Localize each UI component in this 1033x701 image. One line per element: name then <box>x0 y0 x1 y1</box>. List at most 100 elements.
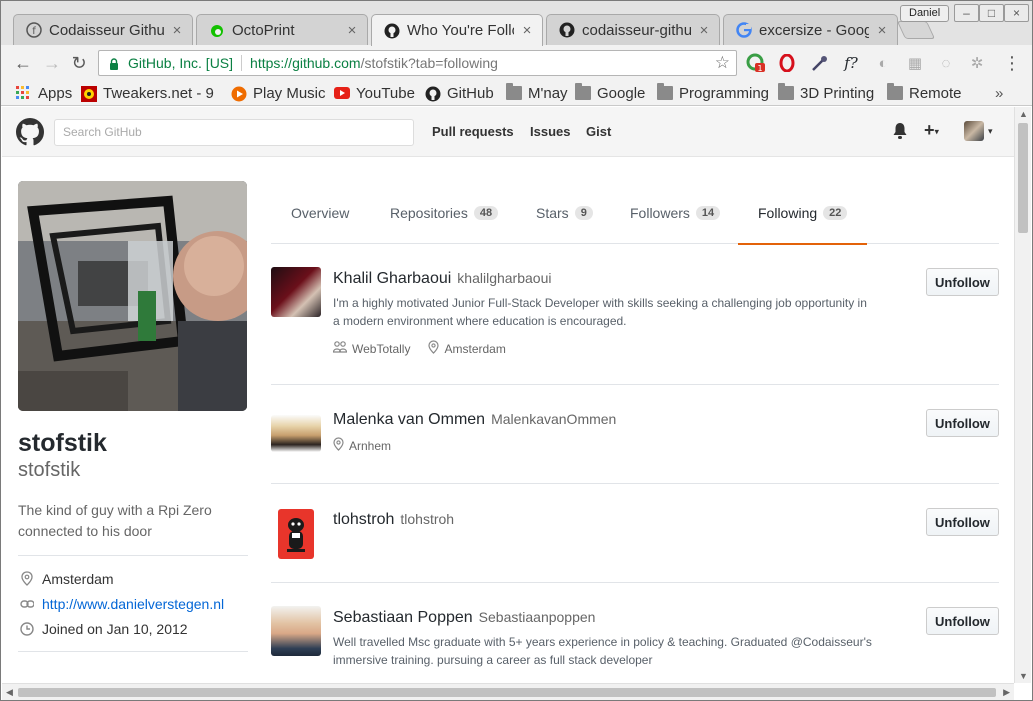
scroll-right-arrow-icon[interactable]: ▶ <box>1003 687 1010 698</box>
font-extension-icon[interactable]: f? <box>841 53 861 73</box>
bookmark-play-music[interactable]: Play Music <box>231 83 326 103</box>
google-favicon-icon <box>736 22 752 38</box>
folder-icon <box>575 83 591 100</box>
browser-tab-following[interactable]: Who You're Follo × <box>371 14 543 46</box>
bookmark-folder-remote[interactable]: Remote <box>887 83 962 103</box>
bookmark-star-icon[interactable]: ☆ <box>715 53 730 73</box>
unfollow-button[interactable]: Unfollow <box>926 607 999 635</box>
forward-icon[interactable]: → <box>42 53 62 73</box>
user-fullname[interactable]: Malenka van Ommen <box>333 411 485 428</box>
bookmark-folder-mnay[interactable]: M'nay <box>506 83 568 103</box>
github-logo-icon[interactable] <box>16 118 44 146</box>
user-meta: Arnhem <box>333 437 873 454</box>
avatar[interactable] <box>271 606 321 656</box>
user-login[interactable]: khalilgharbaoui <box>457 270 551 286</box>
scroll-down-arrow-icon[interactable]: ▼ <box>1019 671 1028 681</box>
profile-avatar[interactable] <box>18 181 247 411</box>
following-list-item: Khalil Gharbaoui khalilgharbaoui I'm a hi… <box>271 244 999 385</box>
bookmark-youtube[interactable]: YouTube <box>334 83 415 103</box>
back-icon[interactable]: ← <box>13 53 33 73</box>
horizontal-scroll-thumb[interactable] <box>18 688 996 697</box>
close-window-button[interactable]: × <box>1004 4 1029 22</box>
nav-pull-requests[interactable]: Pull requests <box>432 124 514 139</box>
tab-repositories[interactable]: Repositories 48 <box>390 181 499 244</box>
tab-stars[interactable]: Stars 9 <box>536 181 593 244</box>
profile-username: stofstik <box>18 459 81 481</box>
tab-close-icon[interactable]: × <box>170 22 184 39</box>
location-text: Arnhem <box>349 438 392 453</box>
avatar[interactable] <box>271 267 321 317</box>
user-fullname[interactable]: Khalil Gharbaoui <box>333 270 451 287</box>
ev-certificate-label[interactable]: GitHub, Inc. [US] <box>128 55 233 71</box>
minimize-button[interactable]: – <box>954 4 979 22</box>
youtube-icon <box>334 86 350 100</box>
tab-close-icon[interactable]: × <box>520 22 534 39</box>
maximize-button[interactable]: □ <box>979 4 1004 22</box>
unfollow-button[interactable]: Unfollow <box>926 508 999 536</box>
browser-tab-codaisseur-github[interactable]: codaisseur-githu × <box>546 14 720 45</box>
unfollow-button[interactable]: Unfollow <box>926 268 999 296</box>
profile-button[interactable]: Daniel <box>900 5 950 22</box>
company-text: WebTotally <box>352 341 411 356</box>
github-search-input[interactable]: Search GitHub <box>54 119 414 146</box>
notifications-bell-icon[interactable] <box>892 122 908 143</box>
bookmark-label: Google <box>597 84 646 102</box>
user-location: Arnhem <box>333 437 391 454</box>
reload-icon[interactable]: ↻ <box>69 53 89 73</box>
tab-close-icon[interactable]: × <box>875 22 889 39</box>
location-text: Amsterdam <box>42 570 114 587</box>
user-fullname[interactable]: Sebastiaan Poppen <box>333 609 473 626</box>
following-list-item: Malenka van Ommen MalenkavanOmmen Arnhem … <box>271 385 999 484</box>
website-link[interactable]: http://www.danielverstegen.nl <box>42 596 224 612</box>
tab-close-icon[interactable]: × <box>697 22 711 39</box>
opera-extension-icon[interactable] <box>777 53 797 73</box>
bookmark-github[interactable]: GitHub <box>425 83 494 103</box>
link-icon <box>20 597 34 611</box>
user-bio: Well travelled Msc graduate with 5+ year… <box>333 635 872 667</box>
bookmark-tweakers[interactable]: Tweakers.net - 9 <box>81 83 214 103</box>
github-page: Search GitHub Pull requests Issues Gist … <box>2 107 1014 683</box>
tab-following[interactable]: Following 22 <box>737 181 868 245</box>
nav-gist[interactable]: Gist <box>586 124 611 139</box>
extension-gray-icon[interactable]: ✲ <box>967 53 987 73</box>
vertical-scroll-thumb[interactable] <box>1018 123 1028 233</box>
tab-followers[interactable]: Followers 14 <box>630 181 721 244</box>
tab-overview[interactable]: Overview <box>291 181 349 244</box>
chrome-menu-icon[interactable]: ⋮ <box>1002 53 1022 73</box>
nav-issues[interactable]: Issues <box>530 124 570 139</box>
address-bar[interactable]: GitHub, Inc. [US] https://github.com/sto… <box>98 50 737 76</box>
browser-tab-codaisseur[interactable]: f Codaisseur Github × <box>13 14 193 45</box>
user-login[interactable]: Sebastiaanpoppen <box>479 609 596 625</box>
user-login[interactable]: tlohstroh <box>400 511 454 527</box>
bookmark-folder-3d-printing[interactable]: 3D Printing <box>778 83 874 103</box>
horizontal-scrollbar[interactable]: ◀ ▶ <box>2 683 1014 700</box>
browser-toolbar: ← → ↻ GitHub, Inc. [US] https://github.c… <box>1 45 1032 80</box>
tab-title: codaisseur-githu <box>582 21 691 39</box>
avatar[interactable] <box>271 415 321 452</box>
create-new-plus-icon[interactable]: +▾ <box>924 121 939 139</box>
browser-tab-google[interactable]: excersize - Goog × <box>723 14 898 45</box>
new-tab-button[interactable] <box>896 21 936 39</box>
user-login[interactable]: MalenkavanOmmen <box>491 411 616 427</box>
bookmark-folder-google[interactable]: Google <box>575 83 645 103</box>
bookmark-apps[interactable]: Apps <box>16 83 72 103</box>
user-info: Khalil Gharbaoui khalilgharbaoui I'm a hi… <box>332 270 873 357</box>
scroll-up-arrow-icon[interactable]: ▲ <box>1019 109 1028 119</box>
extension-gray-icon[interactable]: ◌ <box>936 53 956 73</box>
extension-gray-icon[interactable]: ◐ <box>873 53 893 73</box>
folder-icon <box>887 83 903 100</box>
scroll-left-arrow-icon[interactable]: ◀ <box>6 687 13 698</box>
bookmark-folder-programming[interactable]: Programming <box>657 83 769 103</box>
eyedropper-extension-icon[interactable] <box>809 53 829 73</box>
unfollow-button[interactable]: Unfollow <box>926 409 999 437</box>
extension-gray-icon[interactable]: ▦ <box>905 53 925 73</box>
browser-tab-octoprint[interactable]: OctoPrint × <box>196 14 368 45</box>
tab-close-icon[interactable]: × <box>345 22 359 39</box>
bookmarks-overflow-icon[interactable]: » <box>995 83 1003 103</box>
avatar[interactable] <box>278 509 314 559</box>
tab-counter: 14 <box>695 205 721 220</box>
vertical-scrollbar[interactable]: ▲ ▼ <box>1014 107 1031 683</box>
user-fullname[interactable]: tlohstroh <box>333 511 394 528</box>
user-avatar-menu[interactable]: ▾ <box>964 121 993 141</box>
extension-green-icon[interactable]: 1 <box>746 53 766 73</box>
